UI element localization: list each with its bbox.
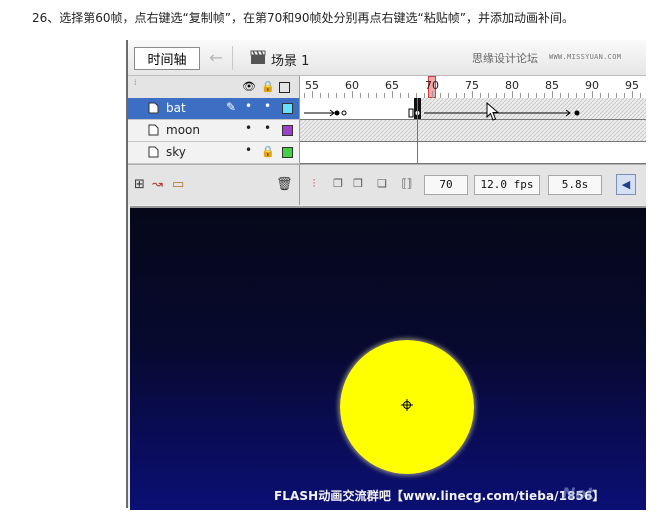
lock-icon[interactable]: 🔒 xyxy=(261,145,275,158)
visibility-dot-icon[interactable]: • xyxy=(245,121,252,135)
scroll-left-button[interactable]: ◀ xyxy=(616,174,636,195)
scene-clapper-icon xyxy=(250,50,266,64)
frame-ruler[interactable]: 55 60 65 70 75 80 85 90 95 xyxy=(300,76,646,99)
keyframe-90[interactable] xyxy=(574,110,580,116)
watermark-banner: FLASH动画交流群吧【www.linecg.com/tieba/1856】 xyxy=(274,489,605,503)
delete-layer-icon[interactable]: 🗑 xyxy=(276,177,293,192)
lock-dot-icon[interactable]: • xyxy=(264,99,271,113)
layer-panel-header: ⁞ 👁 🔒 xyxy=(128,76,300,99)
frames-grid-drawing xyxy=(300,98,646,164)
sky-row-bg xyxy=(300,142,646,164)
ruler-label: 75 xyxy=(465,79,479,92)
scene-label[interactable]: 场景 1 xyxy=(271,50,309,69)
moon-row-bg xyxy=(300,120,646,141)
ruler-tick xyxy=(592,91,593,98)
timeline-controls: ⫶ ❐ ❒ ❏ ⟦⟧ 70 12.0 fps 5.8s ◀ xyxy=(300,164,646,205)
layer-page-icon xyxy=(148,146,159,158)
outline-color-swatch[interactable] xyxy=(282,103,293,114)
ruler-label: 55 xyxy=(305,79,319,92)
layer-page-icon xyxy=(148,124,159,136)
edit-multiple-frames-icon[interactable]: ❏ xyxy=(374,176,390,192)
outline-color-swatch[interactable] xyxy=(282,147,293,158)
layer-row-bat[interactable]: bat ✎ • • xyxy=(128,98,300,120)
ruler-tick xyxy=(632,91,633,98)
back-arrow-icon[interactable]: ← xyxy=(206,48,226,68)
outline-color-swatch[interactable] xyxy=(282,125,293,136)
timeline-header: 时间轴 ← 场景 1 思缘设计论坛 WWW.MISSYUAN.COM xyxy=(128,40,646,76)
ruler-tick xyxy=(472,91,473,98)
insert-folder-icon[interactable]: ▭ xyxy=(172,177,184,192)
layer-row-moon[interactable]: moon • • xyxy=(128,120,300,142)
ruler-label: 95 xyxy=(625,79,639,92)
timeline-button[interactable]: 时间轴 xyxy=(134,47,200,70)
frame-rate-field: 12.0 fps xyxy=(474,175,540,195)
bat-tween-span[interactable] xyxy=(300,98,415,119)
ruler-label: 85 xyxy=(545,79,559,92)
flash-editor: 时间轴 ← 场景 1 思缘设计论坛 WWW.MISSYUAN.COM ⁞ 👁 🔒… xyxy=(126,40,646,510)
watermark-text: 思缘设计论坛 xyxy=(472,52,538,65)
lock-dot-icon[interactable]: • xyxy=(264,121,271,135)
layer-name: sky xyxy=(166,145,186,159)
ruler-tick xyxy=(312,91,313,98)
ruler-label: 65 xyxy=(385,79,399,92)
lock-icon[interactable]: 🔒 xyxy=(261,80,275,94)
instruction-text: 26、选择第60帧，点右键选“复制帧”，在第70和90帧处分别再点右键选“粘贴帧… xyxy=(32,11,574,25)
add-motion-guide-icon[interactable]: ↝ xyxy=(152,177,163,192)
layer-tools: ⊞ ↝ ▭ 🗑 xyxy=(128,164,300,205)
visibility-dot-icon[interactable]: • xyxy=(245,99,252,113)
layer-page-icon xyxy=(148,102,159,114)
panel-grip-icon[interactable]: ⁞ xyxy=(134,79,137,87)
ruler-tick xyxy=(512,91,513,98)
ruler-label: 90 xyxy=(585,79,599,92)
keyframe-69-marker[interactable] xyxy=(408,108,414,118)
insert-layer-icon[interactable]: ⊞ xyxy=(134,177,145,192)
current-frame-field: 70 xyxy=(424,175,468,195)
ruler-tick xyxy=(552,91,553,98)
pencil-icon: ✎ xyxy=(226,100,237,114)
ruler-label: 60 xyxy=(345,79,359,92)
onion-skin-icon[interactable]: ❐ xyxy=(330,176,346,192)
stage-canvas[interactable]: FLASH动画交流群吧【www.linecg.com/tieba/1856】 N… xyxy=(130,206,646,510)
ruler-tick xyxy=(352,91,353,98)
ruler-label: 80 xyxy=(505,79,519,92)
keyframe-60[interactable] xyxy=(334,110,340,116)
ruler-label: 70 xyxy=(425,79,439,92)
logo-stamp: Not xyxy=(562,484,595,503)
modify-onion-markers-icon[interactable]: ⟦⟧ xyxy=(399,176,415,192)
frames-grid[interactable] xyxy=(300,98,646,164)
mouse-cursor-icon xyxy=(486,102,500,121)
ruler-tick xyxy=(432,91,433,98)
onion-skin-outlines-icon[interactable]: ❒ xyxy=(350,176,366,192)
elapsed-time-field: 5.8s xyxy=(548,175,602,195)
keyframe-empty[interactable] xyxy=(341,110,347,116)
ruler-tick xyxy=(392,91,393,98)
layer-name: moon xyxy=(166,123,200,137)
center-frame-icon[interactable]: ⫶ xyxy=(306,176,322,192)
registration-point-icon xyxy=(401,399,413,411)
toolbar-divider xyxy=(232,46,233,70)
visibility-dot-icon[interactable]: • xyxy=(245,143,252,157)
layer-name: bat xyxy=(166,101,186,115)
watermark-url: WWW.MISSYUAN.COM xyxy=(549,53,622,61)
eye-icon[interactable]: 👁 xyxy=(242,80,256,94)
outline-toggle-icon[interactable] xyxy=(279,82,290,93)
layer-row-sky[interactable]: sky • 🔒 xyxy=(128,142,300,164)
